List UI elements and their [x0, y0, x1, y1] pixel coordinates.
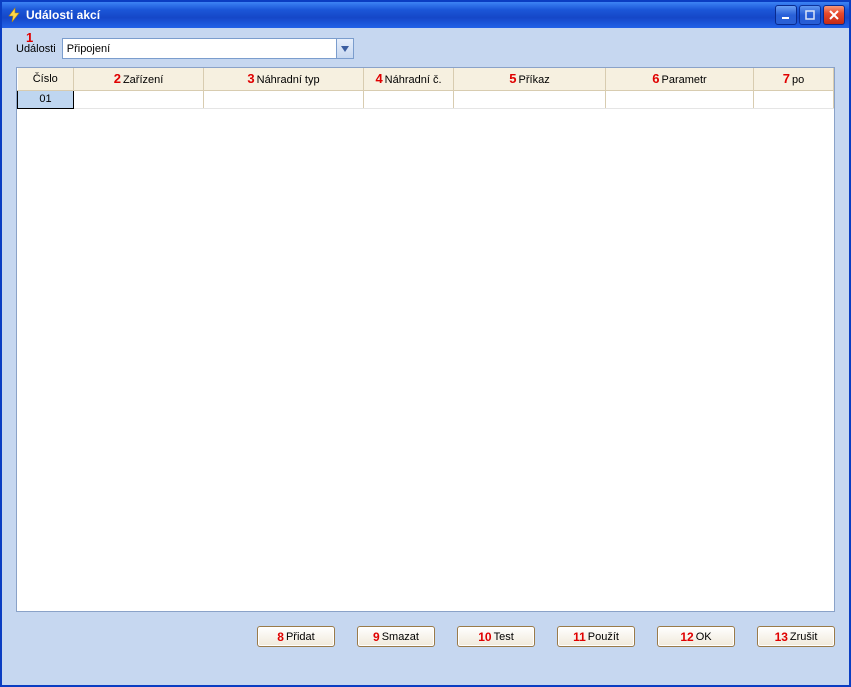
cell-po[interactable] — [754, 90, 834, 108]
lightning-icon — [6, 7, 22, 23]
cell-number[interactable]: 01 — [18, 90, 74, 108]
close-button[interactable] — [823, 5, 845, 25]
cell-device[interactable] — [74, 90, 204, 108]
cancel-button[interactable]: 13 Zrušit — [757, 626, 835, 647]
events-table: Číslo 2 Zařízení 3 Náhradní typ — [17, 68, 834, 109]
ok-button[interactable]: 12 OK — [657, 626, 735, 647]
column-header-replacement-type[interactable]: 3 Náhradní typ — [204, 68, 364, 90]
events-label: Události — [16, 43, 56, 55]
cell-replacement-type[interactable] — [204, 90, 364, 108]
annotation-1: 1 — [26, 30, 33, 45]
cell-replacement-number[interactable] — [364, 90, 454, 108]
minimize-button[interactable] — [775, 5, 797, 25]
add-button[interactable]: 8 Přidat — [257, 626, 335, 647]
table-row[interactable]: 01 — [18, 90, 834, 108]
window-controls — [775, 5, 845, 25]
column-header-parameter[interactable]: 6 Parametr — [606, 68, 754, 90]
column-header-replacement-number[interactable]: 4 Náhradní č. — [364, 68, 454, 90]
titlebar: Události akcí — [2, 2, 849, 28]
window: Události akcí 1 Události Připojení — [0, 0, 851, 687]
column-header-device[interactable]: 2 Zařízení — [74, 68, 204, 90]
cell-parameter[interactable] — [606, 90, 754, 108]
column-header-number[interactable]: Číslo — [18, 68, 74, 90]
column-header-command[interactable]: 5 Příkaz — [454, 68, 606, 90]
events-grid: Číslo 2 Zařízení 3 Náhradní typ — [16, 67, 835, 612]
events-selector-area: 1 Události Připojení — [2, 28, 849, 67]
events-dropdown[interactable]: Připojení — [62, 38, 354, 59]
events-dropdown-value: Připojení — [67, 43, 336, 55]
test-button[interactable]: 10 Test — [457, 626, 535, 647]
apply-button[interactable]: 11 Použít — [557, 626, 635, 647]
maximize-button[interactable] — [799, 5, 821, 25]
window-title: Události akcí — [26, 8, 775, 22]
chevron-down-icon — [336, 39, 353, 58]
column-header-po[interactable]: 7 po — [754, 68, 834, 90]
button-bar: 8 Přidat 9 Smazat 10 Test 11 Použít 12 O… — [2, 612, 849, 657]
delete-button[interactable]: 9 Smazat — [357, 626, 435, 647]
cell-command[interactable] — [454, 90, 606, 108]
